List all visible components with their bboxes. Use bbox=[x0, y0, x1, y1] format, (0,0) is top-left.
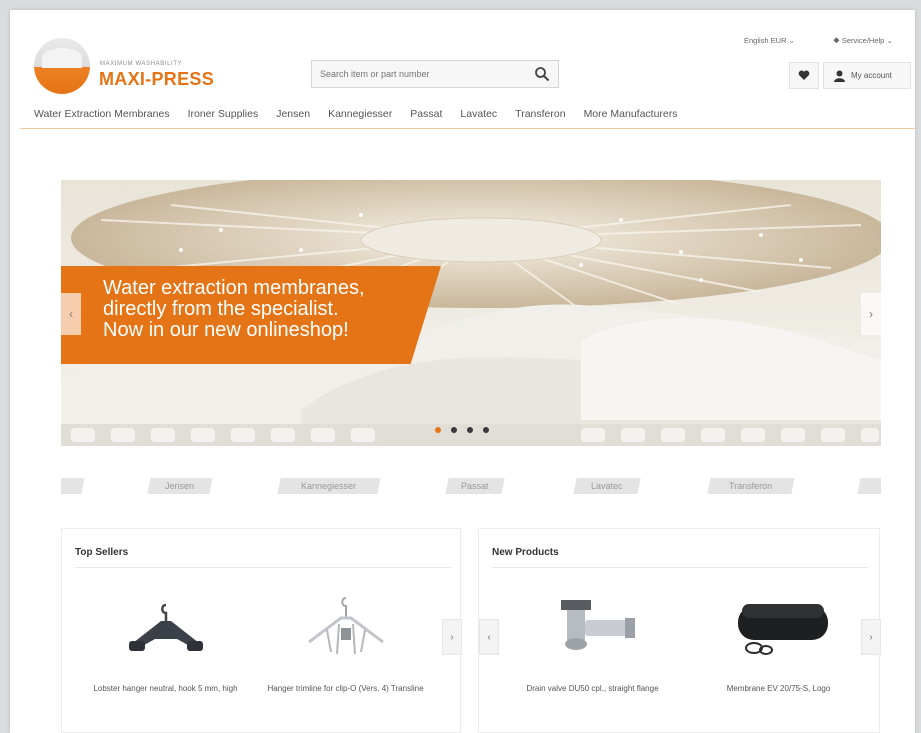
manufacturer-logo-partial bbox=[857, 478, 881, 494]
account-button[interactable]: My account bbox=[823, 62, 911, 89]
manufacturer-logo-transferon[interactable]: Transferon bbox=[707, 478, 795, 494]
nav-item-passat[interactable]: Passat bbox=[410, 108, 442, 130]
slider-dot-4[interactable] bbox=[483, 427, 489, 433]
heart-icon bbox=[798, 70, 810, 80]
chevron-left-icon: ‹ bbox=[487, 631, 491, 643]
product-image bbox=[78, 589, 253, 669]
nav-item-kannegiesser[interactable]: Kannegiesser bbox=[328, 108, 392, 130]
chevron-left-icon: ‹ bbox=[69, 307, 73, 321]
product-image bbox=[505, 589, 680, 669]
hanger-image bbox=[307, 597, 384, 655]
product-card[interactable]: Membrane EV 20/75-S, Logo bbox=[691, 589, 866, 695]
panel-divider bbox=[492, 567, 868, 568]
user-icon bbox=[834, 70, 845, 82]
new-products-next-button[interactable]: › bbox=[861, 619, 881, 655]
nav-item-jensen[interactable]: Jensen bbox=[276, 108, 310, 130]
help-menu[interactable]: ❖ Service/Help ⌄ bbox=[833, 36, 893, 45]
hero-banner-text[interactable]: Water extraction membranes, directly fro… bbox=[103, 278, 433, 341]
logo-emblem bbox=[34, 38, 90, 94]
nav-item-water-extraction-membranes[interactable]: Water Extraction Membranes bbox=[34, 108, 170, 130]
membrane-image bbox=[737, 604, 828, 655]
nav-item-more-manufacturers[interactable]: More Manufacturers bbox=[584, 108, 678, 130]
product-name: Lobster hanger neutral, hook 5 mm, high bbox=[93, 684, 238, 693]
language-selector[interactable]: English EUR ⌄ bbox=[744, 36, 795, 45]
chevron-down-icon: ⌄ bbox=[788, 36, 795, 45]
new-products-panel: New Products ‹ Drain valve DU50 cpl., st… bbox=[478, 528, 881, 733]
help-label: Service/Help bbox=[841, 36, 885, 45]
manufacturer-logo-jensen[interactable]: Jensen bbox=[147, 478, 213, 494]
language-label: English EUR bbox=[744, 36, 787, 45]
slider-prev-button[interactable]: ‹ bbox=[61, 293, 81, 335]
product-card[interactable]: Drain valve DU50 cpl., straight flange bbox=[505, 589, 680, 695]
manufacturer-slider: Jensen Kannegiesser Passat Lavatec Trans… bbox=[61, 476, 881, 502]
chevron-right-icon: › bbox=[869, 307, 873, 321]
manufacturer-logo-lavatec[interactable]: Lavatec bbox=[573, 478, 641, 494]
product-name: Drain valve DU50 cpl., straight flange bbox=[526, 684, 659, 693]
hanger-image bbox=[128, 603, 203, 651]
top-sellers-panel: Top Sellers Lobster hanger neutral, hook… bbox=[61, 528, 462, 733]
hero-line-2: directly from the specialist. bbox=[103, 298, 339, 320]
nav-divider bbox=[20, 128, 915, 129]
info-icon: ❖ bbox=[833, 36, 840, 45]
logo-name: MAXI-PRESS bbox=[99, 69, 215, 89]
nav-item-ironer-supplies[interactable]: Ironer Supplies bbox=[188, 108, 259, 130]
slider-dot-1[interactable] bbox=[435, 427, 441, 433]
new-products-title: New Products bbox=[492, 547, 559, 558]
top-sellers-next-button[interactable]: › bbox=[442, 619, 462, 655]
top-sellers-title: Top Sellers bbox=[75, 547, 129, 558]
main-navigation: Water Extraction Membranes Ironer Suppli… bbox=[34, 108, 696, 130]
product-card[interactable]: Lobster hanger neutral, hook 5 mm, high bbox=[78, 589, 253, 695]
slider-next-button[interactable]: › bbox=[861, 293, 881, 335]
chevron-right-icon: › bbox=[450, 631, 454, 643]
search-box bbox=[311, 60, 559, 88]
panel-divider bbox=[75, 567, 451, 568]
drain-valve-image bbox=[560, 600, 635, 650]
hero-line-1: Water extraction membranes, bbox=[103, 277, 365, 299]
new-products-prev-button[interactable]: ‹ bbox=[479, 619, 499, 655]
chevron-right-icon: › bbox=[869, 631, 873, 643]
hero-line-3: Now in our new onlineshop! bbox=[103, 319, 349, 341]
site-logo[interactable]: MAXIMUM WASHABILITY MAXI-PRESS bbox=[34, 38, 234, 96]
nav-item-transferon[interactable]: Transferon bbox=[515, 108, 565, 130]
slider-dot-3[interactable] bbox=[467, 427, 473, 433]
product-image bbox=[258, 589, 433, 669]
product-image bbox=[691, 589, 866, 669]
product-card[interactable]: Hanger trimline for clip-O (Vers. 4) Tra… bbox=[258, 589, 433, 695]
search-input[interactable] bbox=[312, 61, 538, 87]
product-name: Membrane EV 20/75-S, Logo bbox=[726, 684, 831, 693]
manufacturer-logo-kannegiesser[interactable]: Kannegiesser bbox=[277, 478, 381, 494]
nav-item-lavatec[interactable]: Lavatec bbox=[460, 108, 497, 130]
search-icon[interactable] bbox=[534, 66, 550, 82]
slider-dots bbox=[435, 427, 489, 433]
manufacturer-logo-partial bbox=[61, 478, 85, 494]
manufacturer-logo-passat[interactable]: Passat bbox=[445, 478, 505, 494]
chevron-down-icon: ⌄ bbox=[886, 36, 893, 45]
shop-page: MAXIMUM WASHABILITY MAXI-PRESS English E… bbox=[10, 10, 915, 733]
account-label: My account bbox=[851, 71, 892, 80]
wishlist-button[interactable] bbox=[789, 62, 819, 89]
slider-dot-2[interactable] bbox=[451, 427, 457, 433]
logo-tagline: MAXIMUM WASHABILITY bbox=[100, 61, 183, 67]
hero-slider: Water extraction membranes, directly fro… bbox=[61, 180, 881, 446]
product-name: Hanger trimline for clip-O (Vers. 4) Tra… bbox=[267, 684, 424, 693]
